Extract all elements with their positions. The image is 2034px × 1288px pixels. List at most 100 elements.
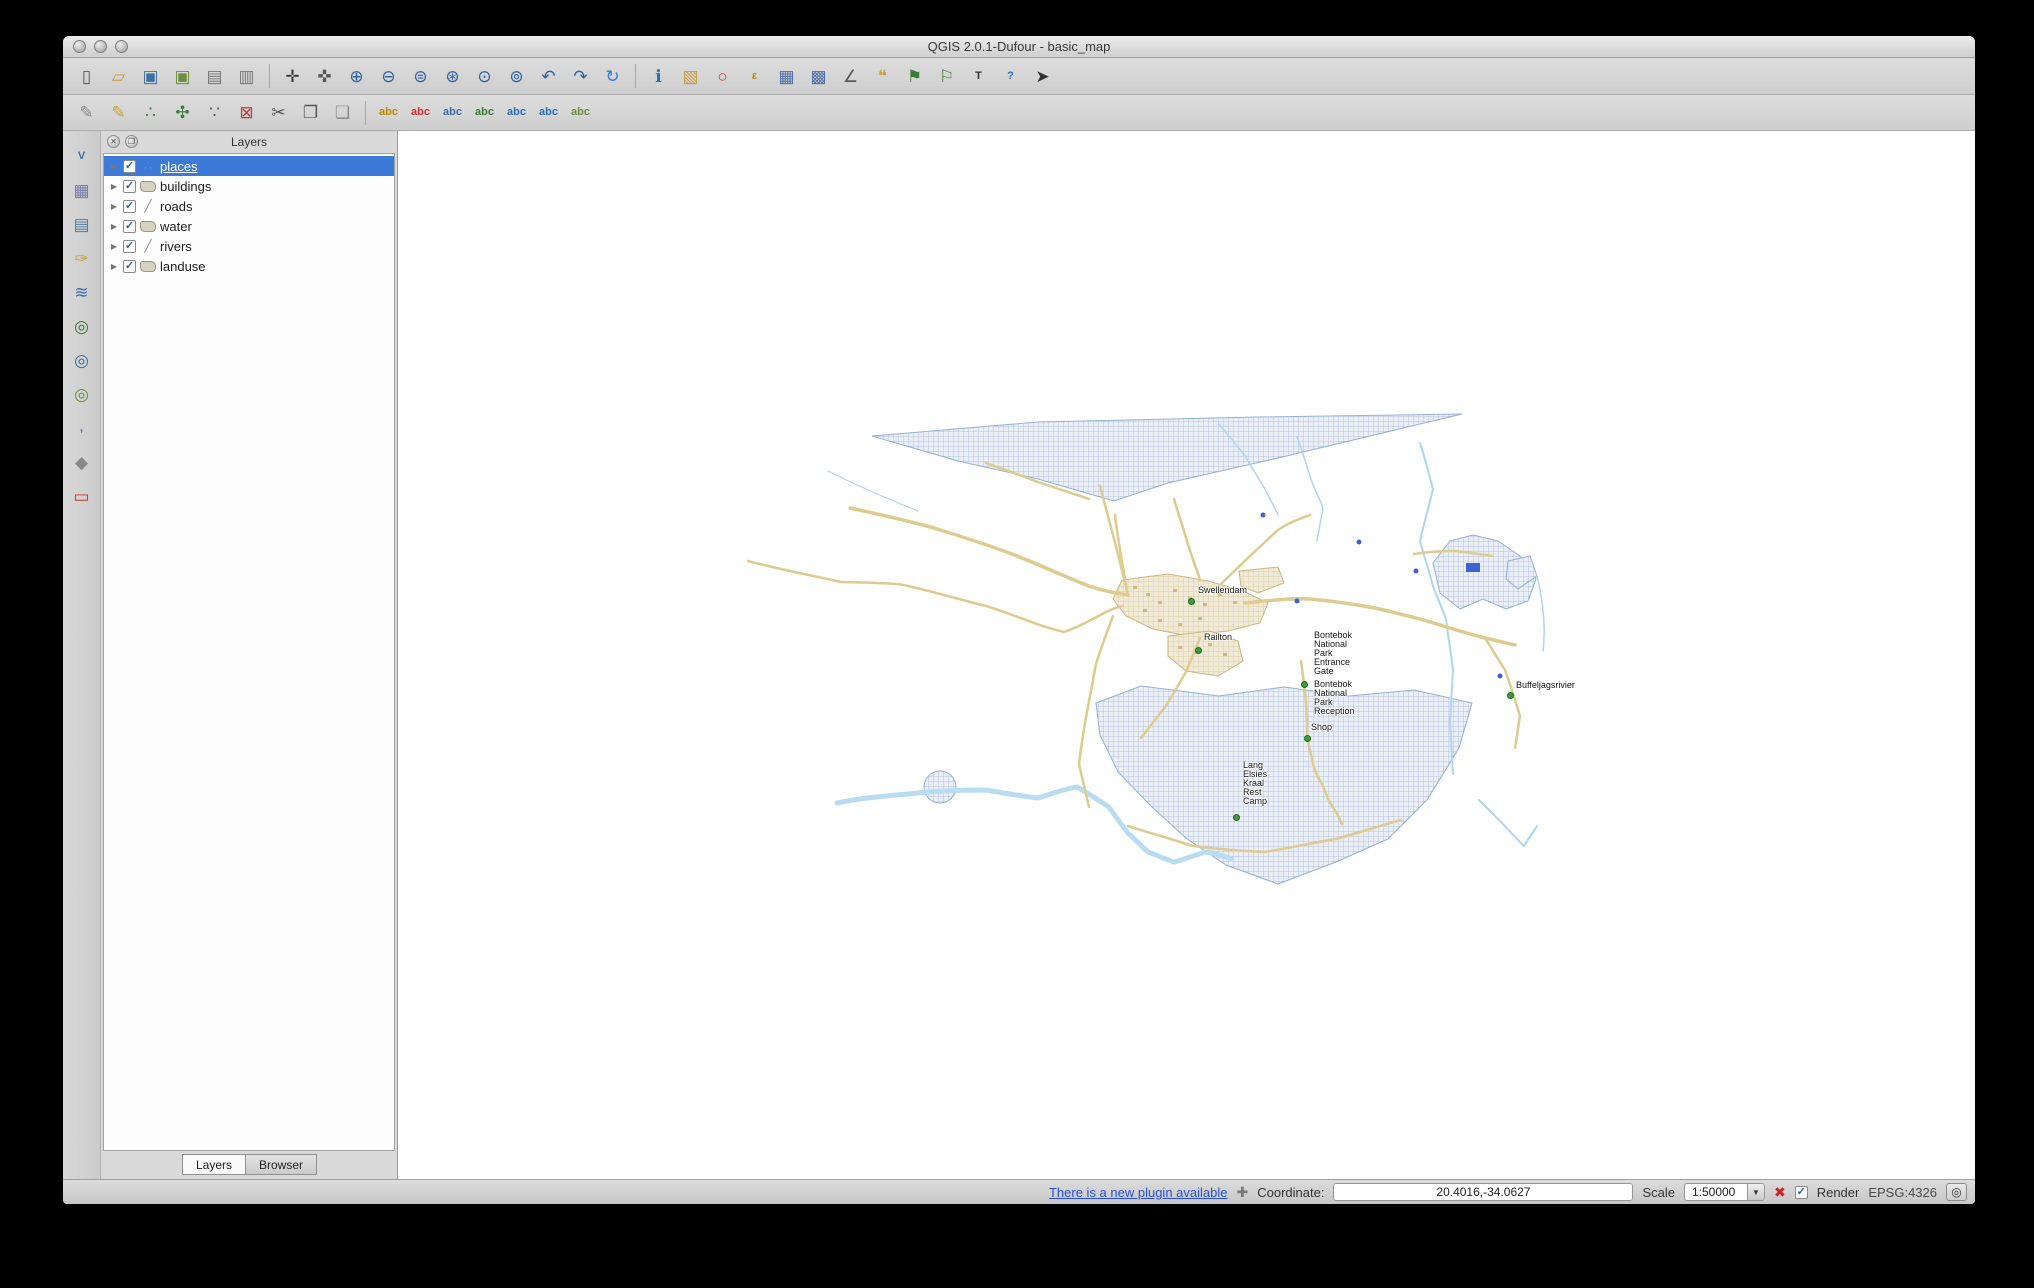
whats-this-icon: ➤ <box>1035 68 1049 85</box>
add-delimited-text-layer-button[interactable]: , <box>66 413 98 443</box>
save-project-as-button[interactable]: ▣ <box>167 61 198 91</box>
float-panel-button[interactable]: ❐ <box>125 135 138 148</box>
minimize-window-button[interactable] <box>94 40 107 53</box>
field-calculator-button[interactable]: ▩ <box>803 61 834 91</box>
layer-checkbox[interactable]: ✓ <box>123 200 136 213</box>
add-wcs-layer-button[interactable]: ◎ <box>66 345 98 375</box>
add-wfs-layer-button[interactable]: ◎ <box>66 379 98 409</box>
expander-icon[interactable]: ▶ <box>109 242 119 251</box>
select-features-button[interactable]: ▧ <box>675 61 706 91</box>
panel-tab-layers[interactable]: Layers <box>182 1154 246 1175</box>
expander-icon[interactable]: ▶ <box>109 262 119 271</box>
add-wms-layer-button[interactable]: ◎ <box>66 311 98 341</box>
move-label-icon: abc <box>507 107 526 118</box>
open-attribute-table-button[interactable]: ▦ <box>771 61 802 91</box>
new-print-composer-button[interactable]: ▥ <box>231 61 262 91</box>
pin-unpin-labels-button[interactable]: abc <box>437 98 468 128</box>
refresh-map-button[interactable]: ↻ <box>597 61 628 91</box>
new-project-button[interactable]: ▯ <box>71 61 102 91</box>
layers-panel-title: Layers <box>231 135 267 149</box>
highlight-pinned-labels-button[interactable]: abc <box>405 98 436 128</box>
help-button[interactable]: ? <box>995 61 1026 91</box>
map-tips-button[interactable]: ❝ <box>867 61 898 91</box>
toggle-editing-button[interactable]: ✎ <box>103 98 134 128</box>
current-edits-button[interactable]: ✎ <box>71 98 102 128</box>
zoom-full-button[interactable]: ⊛ <box>437 61 468 91</box>
show-bookmarks-button[interactable]: ⚐ <box>931 61 962 91</box>
new-plugin-link[interactable]: There is a new plugin available <box>1049 1185 1228 1200</box>
deselect-features-button[interactable]: ○ <box>707 61 738 91</box>
crs-status-icon[interactable]: ◎ <box>1946 1183 1967 1201</box>
zoom-to-layer-button[interactable]: ⊚ <box>501 61 532 91</box>
zoom-to-selection-button[interactable]: ⊙ <box>469 61 500 91</box>
zoom-last-button[interactable]: ↶ <box>533 61 564 91</box>
node-tool-button[interactable]: ∵ <box>199 98 230 128</box>
zoom-out-button[interactable]: ⊖ <box>373 61 404 91</box>
expander-icon[interactable]: ▶ <box>109 202 119 211</box>
layer-labeling-options-button[interactable]: abc <box>373 98 404 128</box>
scale-value[interactable]: 1:50000 <box>1685 1184 1747 1200</box>
zoom-window-button[interactable] <box>115 40 128 53</box>
map-canvas[interactable]: SwellendamRailtonBontebokNationalParkEnt… <box>398 131 1975 1179</box>
layer-checkbox[interactable]: ✓ <box>123 260 136 273</box>
whats-this-button[interactable]: ➤ <box>1027 61 1058 91</box>
layer-checkbox[interactable]: ✓ <box>123 240 136 253</box>
add-feature-button[interactable]: ∴ <box>135 98 166 128</box>
layer-item-landuse[interactable]: ▶✓landuse <box>104 256 394 276</box>
expander-icon[interactable]: ▶ <box>109 182 119 191</box>
paste-features-button[interactable]: ❏ <box>327 98 358 128</box>
delete-selected-button[interactable]: ⊠ <box>231 98 262 128</box>
layer-label: roads <box>160 199 193 214</box>
identify-features-button[interactable]: ℹ <box>643 61 674 91</box>
zoom-to-selection-icon: ⊙ <box>477 68 491 85</box>
select-by-expression-button[interactable]: ε <box>739 61 770 91</box>
layer-item-rivers[interactable]: ▶✓╱rivers <box>104 236 394 256</box>
panel-tab-browser[interactable]: Browser <box>245 1154 317 1175</box>
pan-map-button[interactable]: ✛ <box>277 61 308 91</box>
render-checkbox[interactable]: ✓ <box>1795 1186 1808 1199</box>
add-postgis-layer-button[interactable]: ▤ <box>66 209 98 239</box>
add-oracle-layer-button[interactable]: ◆ <box>66 447 98 477</box>
title-bar[interactable]: QGIS 2.0.1-Dufour - basic_map <box>63 36 1975 58</box>
plugin-manager-icon[interactable]: ✚ <box>1236 1184 1248 1201</box>
copy-features-button[interactable]: ❐ <box>295 98 326 128</box>
expander-icon[interactable]: ▶ <box>109 222 119 231</box>
coordinate-input[interactable] <box>1333 1183 1633 1201</box>
layer-checkbox[interactable]: ✓ <box>123 220 136 233</box>
close-window-button[interactable] <box>73 40 86 53</box>
toggle-editing-icon: ✎ <box>111 104 125 121</box>
add-raster-layer-button[interactable]: ▦ <box>66 175 98 205</box>
layer-item-roads[interactable]: ▶✓╱roads <box>104 196 394 216</box>
zoom-actual-size-button[interactable]: ⊜ <box>405 61 436 91</box>
close-panel-button[interactable]: ✕ <box>107 135 120 148</box>
chevron-down-icon[interactable]: ▼ <box>1747 1184 1764 1200</box>
stop-render-icon[interactable]: ✖ <box>1774 1184 1786 1201</box>
new-bookmark-button[interactable]: ⚑ <box>899 61 930 91</box>
layer-item-places[interactable]: ▶✓∴places <box>104 156 394 176</box>
layer-item-water[interactable]: ▶✓water <box>104 216 394 236</box>
layer-checkbox[interactable]: ✓ <box>123 180 136 193</box>
save-as-image-button[interactable]: ▤ <box>199 61 230 91</box>
measure-line-button[interactable]: ∠ <box>835 61 866 91</box>
identify-features-icon: ℹ <box>655 68 661 85</box>
pan-to-selection-button[interactable]: ✜ <box>309 61 340 91</box>
scale-combo[interactable]: 1:50000 ▼ <box>1684 1183 1765 1201</box>
add-mssql-layer-button[interactable]: ≋ <box>66 277 98 307</box>
layer-checkbox[interactable]: ✓ <box>123 160 136 173</box>
move-label-button[interactable]: abc <box>501 98 532 128</box>
zoom-next-button[interactable]: ↷ <box>565 61 596 91</box>
expander-icon[interactable]: ▶ <box>109 162 119 171</box>
layer-item-buildings[interactable]: ▶✓buildings <box>104 176 394 196</box>
zoom-in-button[interactable]: ⊕ <box>341 61 372 91</box>
add-spatialite-layer-button[interactable]: ✑ <box>66 243 98 273</box>
move-feature-button[interactable]: ✣ <box>167 98 198 128</box>
text-annotation-button[interactable]: T <box>963 61 994 91</box>
add-vector-layer-button[interactable]: V <box>66 141 98 171</box>
rotate-label-button[interactable]: abc <box>533 98 564 128</box>
save-project-button[interactable]: ▣ <box>135 61 166 91</box>
new-shapefile-layer-button[interactable]: ▭ <box>66 481 98 511</box>
change-label-properties-button[interactable]: abc <box>565 98 596 128</box>
cut-features-button[interactable]: ✂ <box>263 98 294 128</box>
show-hide-labels-button[interactable]: abc <box>469 98 500 128</box>
open-project-button[interactable]: ▱ <box>103 61 134 91</box>
